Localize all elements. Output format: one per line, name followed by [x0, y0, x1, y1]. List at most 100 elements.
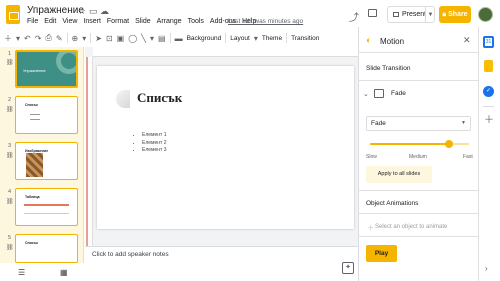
chevron-down-icon[interactable]: ▾: [150, 34, 154, 43]
folder-icon[interactable]: ▭: [89, 6, 98, 17]
cloud-icon: ☁: [100, 6, 109, 16]
menu-tools[interactable]: Tools: [188, 18, 204, 25]
select-object-hint: Select an object to animate: [375, 224, 448, 230]
slide-bullet-list[interactable]: Елемент 1 Елемент 2 Елемент 3: [142, 132, 166, 155]
transition-preview-icon: [374, 89, 384, 98]
menu-slide[interactable]: Slide: [135, 18, 151, 25]
activity-trend-icon[interactable]: ⤴: [349, 9, 359, 24]
slide-thumbnail-5[interactable]: Списък: [15, 234, 78, 263]
list-item: Елемент 2: [142, 140, 166, 148]
redo-icon[interactable]: ↷: [35, 34, 42, 43]
chevron-down-icon[interactable]: ▾: [254, 34, 258, 43]
toolbar-divider: [169, 33, 171, 43]
calendar-icon[interactable]: 31: [483, 36, 494, 48]
lock-icon: 🔒︎: [442, 10, 447, 18]
slide-decoration-shape[interactable]: [116, 90, 130, 108]
panel-title: Motion: [380, 37, 405, 46]
speaker-notes-placeholder[interactable]: Click to add speaker notes: [92, 251, 169, 258]
undo-icon[interactable]: ↶: [24, 34, 31, 43]
chevron-down-icon[interactable]: ⌄: [363, 90, 369, 98]
thumbnail-image: [26, 153, 43, 177]
link-icon: ⛓: [6, 153, 14, 159]
thumbnail-title: Таблица: [25, 195, 40, 199]
present-icon: [393, 12, 399, 17]
speed-fast-label: Fast: [463, 154, 473, 160]
slide-number: 4: [8, 189, 12, 195]
menu-file[interactable]: File: [27, 18, 38, 25]
menu-view[interactable]: View: [62, 18, 77, 25]
present-label: Present: [402, 11, 427, 18]
document-title[interactable]: Упражнение: [27, 5, 84, 16]
keep-icon[interactable]: [484, 60, 493, 72]
slide-transition-heading: Slide Transition: [366, 65, 411, 72]
new-slide-icon[interactable]: ＋: [4, 33, 12, 44]
paint-format-icon[interactable]: ✎: [56, 34, 63, 43]
divider: [358, 190, 478, 191]
print-icon[interactable]: ⎙: [45, 33, 51, 43]
menu-insert[interactable]: Insert: [83, 18, 101, 25]
thumbnail-title: Упражнение: [23, 68, 46, 73]
link-icon: ⛓: [6, 107, 14, 113]
close-icon[interactable]: ✕: [463, 35, 471, 46]
divider: [358, 80, 478, 81]
slide-thumbnail-2[interactable]: Списък: [15, 96, 78, 134]
star-icon[interactable]: ☆: [78, 6, 86, 17]
background-button[interactable]: Background: [187, 35, 222, 42]
transition-button[interactable]: Transition: [291, 35, 319, 42]
divider: [483, 106, 494, 107]
slide-thumbnail-4[interactable]: Таблица: [15, 188, 78, 226]
menu-edit[interactable]: Edit: [44, 18, 56, 25]
slide-thumbnail-1[interactable]: Упражнение: [15, 50, 78, 88]
filmstrip-view-icon[interactable]: ▦: [60, 268, 68, 277]
link-icon: ⛓: [6, 199, 14, 205]
chevron-right-icon[interactable]: ›: [485, 264, 488, 273]
menu-format[interactable]: Format: [107, 18, 129, 25]
decorative-circle: [56, 52, 76, 74]
transition-effect-select[interactable]: Fade: [366, 116, 471, 131]
explore-icon[interactable]: ✦: [342, 262, 354, 274]
chevron-down-icon[interactable]: ▾: [82, 34, 86, 43]
toolbar-divider: [66, 33, 68, 43]
slides-logo-icon[interactable]: [6, 5, 20, 24]
comment-icon[interactable]: [368, 9, 377, 17]
slide-number: 3: [8, 143, 12, 149]
chevron-down-icon[interactable]: ▼: [461, 120, 466, 126]
layout-button[interactable]: Layout: [230, 35, 250, 42]
toolbar: ＋ ▾ ↶ ↷ ⎙ ✎ ⊕ ▾ ➤ ⊡ ▣ ◯ ╲ ▾ ▤ ▬ Backgrou…: [4, 31, 357, 45]
text-box-icon[interactable]: ⊡: [106, 34, 113, 43]
shape-icon[interactable]: ◯: [128, 34, 137, 43]
list-item: Елемент 1: [142, 132, 166, 140]
current-slide[interactable]: [97, 66, 354, 229]
thumbnail-title: Списък: [25, 103, 38, 107]
last-edit-link[interactable]: Last edit was minutes ago: [228, 18, 303, 25]
menu-arrange[interactable]: Arrange: [157, 18, 182, 25]
transition-name[interactable]: Fade: [391, 90, 406, 97]
speed-medium-label: Medium: [409, 154, 427, 160]
slide-thumbnail-3[interactable]: Изображение: [15, 142, 78, 180]
avatar[interactable]: [478, 7, 493, 22]
divider: [358, 52, 478, 53]
chevron-down-icon[interactable]: ▾: [16, 34, 20, 43]
theme-button[interactable]: Theme: [262, 35, 282, 42]
object-animations-heading: Object Animations: [366, 200, 419, 207]
play-button[interactable]: Play: [366, 245, 397, 262]
toolbar-divider: [90, 33, 92, 43]
image-icon[interactable]: ▣: [117, 34, 125, 43]
present-dropdown-icon[interactable]: ▼: [425, 6, 435, 23]
line-icon[interactable]: ╲: [141, 34, 146, 43]
thumbnail-list: [30, 114, 40, 120]
background-icon[interactable]: ▬: [175, 34, 183, 43]
grid-view-icon[interactable]: ☰: [18, 268, 25, 277]
add-addon-icon[interactable]: ＋: [484, 111, 494, 126]
tasks-icon[interactable]: ✓: [483, 86, 494, 97]
slide-title[interactable]: Списък: [137, 90, 182, 106]
horizontal-ruler: [93, 47, 358, 57]
select-cursor-icon[interactable]: ➤: [95, 34, 102, 43]
toolbar-divider: [225, 33, 227, 43]
speed-slider-handle[interactable]: [445, 140, 453, 148]
apply-to-all-slides-button[interactable]: Apply to all slides: [366, 166, 432, 183]
zoom-icon[interactable]: ⊕: [72, 34, 79, 43]
share-button[interactable]: 🔒︎ Share: [439, 6, 471, 23]
comment-add-icon[interactable]: ▤: [158, 34, 166, 43]
speed-slow-label: Slow: [366, 154, 377, 160]
